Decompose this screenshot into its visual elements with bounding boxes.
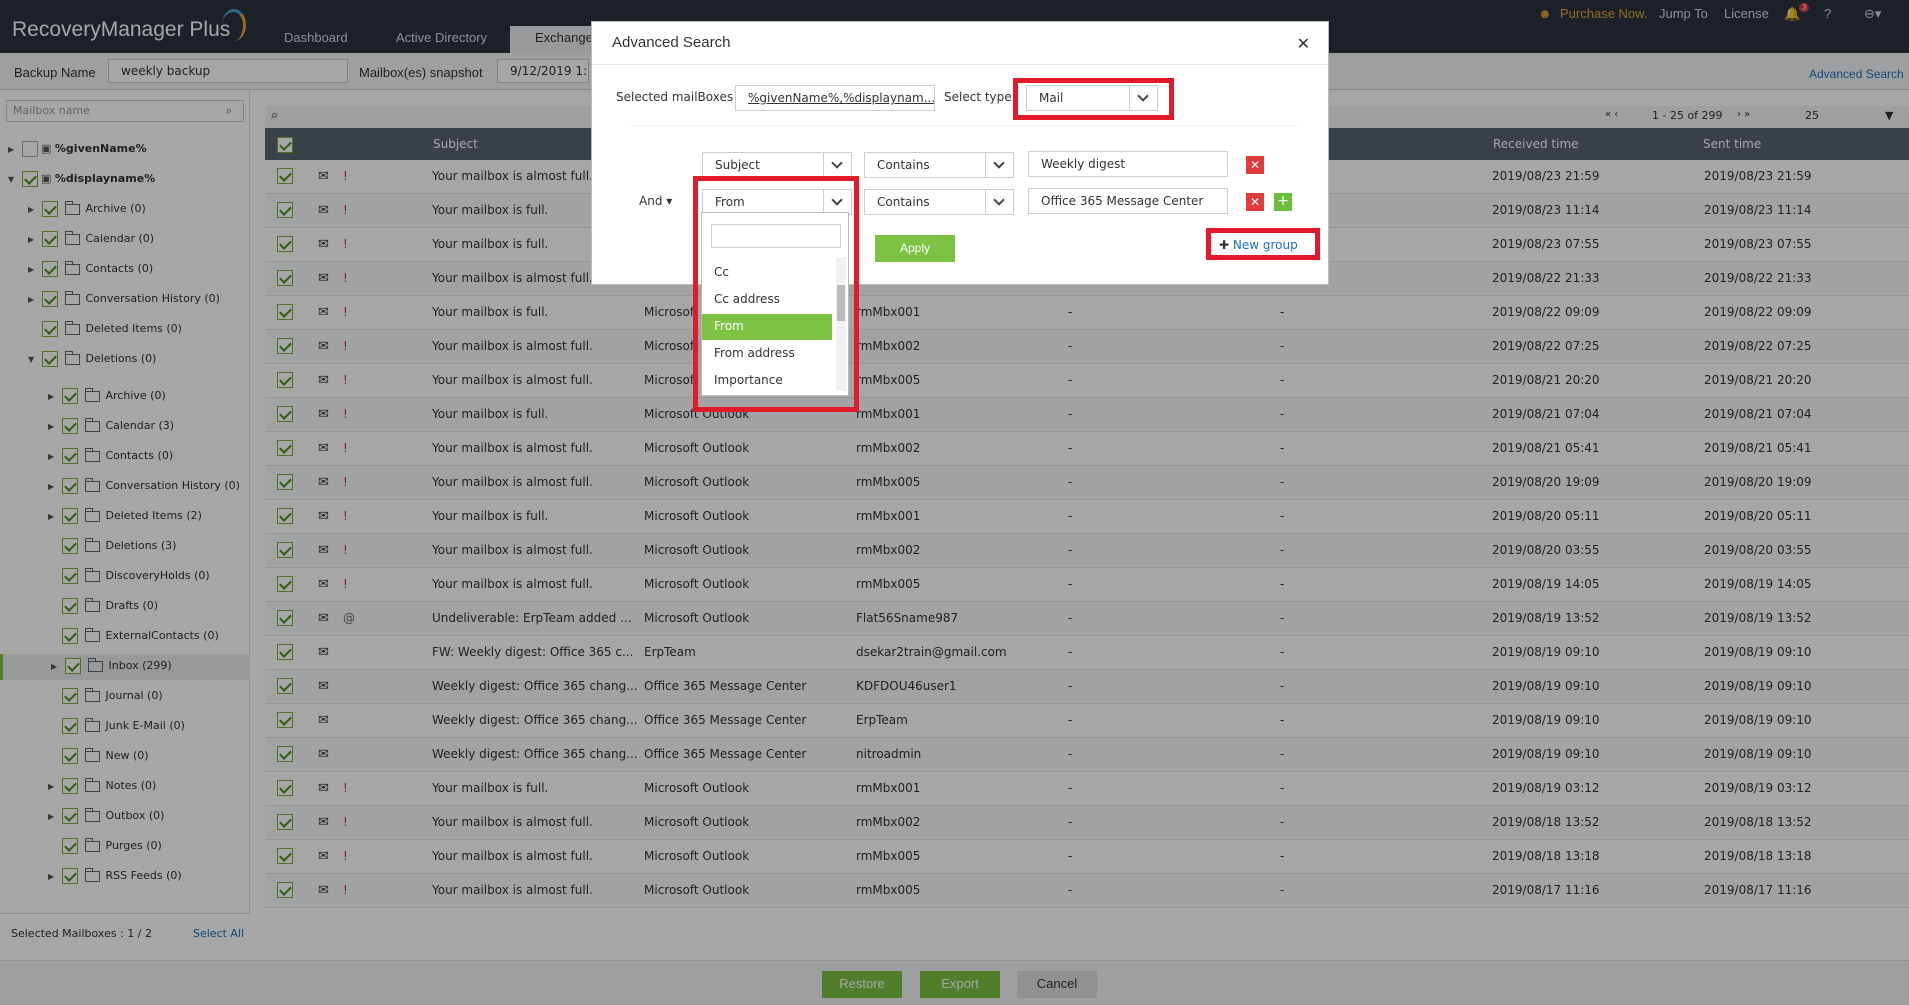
rule1-field-select[interactable]: Subject	[702, 152, 852, 178]
highlight-field-dropdown	[693, 176, 859, 412]
rule2-operator-value: Contains	[877, 195, 930, 209]
rule2-operator-select[interactable]: Contains	[864, 189, 1014, 215]
rule2-value-input[interactable]: Office 365 Message Center	[1028, 188, 1228, 214]
chevron-down-icon	[985, 153, 1013, 177]
rule1-remove-icon[interactable]: ✕	[1246, 156, 1264, 174]
rules-divider	[630, 126, 1298, 127]
dialog-divider	[592, 64, 1328, 65]
rule1-operator-select[interactable]: Contains	[864, 152, 1014, 178]
chevron-down-icon	[985, 190, 1013, 214]
highlight-select-type	[1013, 78, 1174, 120]
close-icon[interactable]: ✕	[1297, 34, 1310, 53]
highlight-new-group	[1206, 228, 1320, 260]
dialog-title: Advanced Search	[612, 34, 731, 51]
and-label: And	[639, 194, 663, 208]
chevron-down-icon	[823, 153, 851, 177]
selected-mailboxes-label: Selected mailBoxes	[616, 90, 734, 104]
selected-mailboxes-field[interactable]: %givenName%,%displaynam...	[735, 85, 935, 111]
rule1-field-value: Subject	[715, 158, 760, 172]
rule1-value-input[interactable]: Weekly digest	[1028, 151, 1228, 177]
and-selector[interactable]: And ▾	[639, 194, 672, 208]
rule2-add-icon[interactable]: +	[1274, 193, 1292, 211]
select-type-label: Select type	[944, 90, 1012, 104]
rule1-operator-value: Contains	[877, 158, 930, 172]
rule2-remove-icon[interactable]: ✕	[1246, 193, 1264, 211]
apply-button[interactable]: Apply	[875, 235, 955, 262]
